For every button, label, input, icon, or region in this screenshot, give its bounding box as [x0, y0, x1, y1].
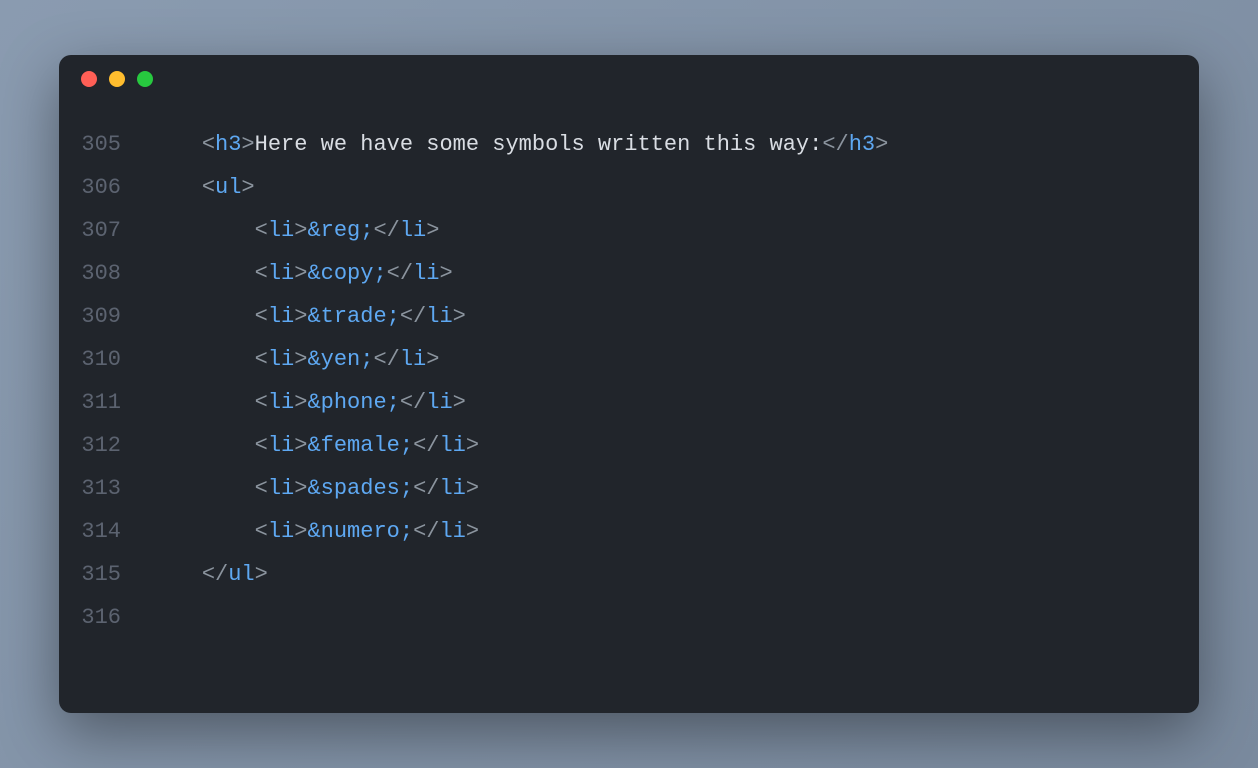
- line-number: 306: [59, 166, 149, 209]
- code-content: <li>&spades;</li>: [149, 467, 479, 510]
- line-number: 314: [59, 510, 149, 553]
- code-content: <ul>: [149, 166, 255, 209]
- code-content: </ul>: [149, 553, 268, 596]
- line-number: 312: [59, 424, 149, 467]
- code-content: <li>&copy;</li>: [149, 252, 453, 295]
- line-number: 310: [59, 338, 149, 381]
- code-line: 314 <li>&numero;</li>: [59, 510, 1199, 553]
- line-number: 307: [59, 209, 149, 252]
- code-line: 315 </ul>: [59, 553, 1199, 596]
- code-line: 316: [59, 596, 1199, 639]
- close-icon[interactable]: [81, 71, 97, 87]
- code-line: 310 <li>&yen;</li>: [59, 338, 1199, 381]
- line-number: 305: [59, 123, 149, 166]
- line-number: 308: [59, 252, 149, 295]
- code-content: <li>&yen;</li>: [149, 338, 439, 381]
- code-line: 311 <li>&phone;</li>: [59, 381, 1199, 424]
- code-line: 312 <li>&female;</li>: [59, 424, 1199, 467]
- line-number: 316: [59, 596, 149, 639]
- minimize-icon[interactable]: [109, 71, 125, 87]
- maximize-icon[interactable]: [137, 71, 153, 87]
- code-line: 309 <li>&trade;</li>: [59, 295, 1199, 338]
- code-content: <li>&numero;</li>: [149, 510, 479, 553]
- code-content: <h3>Here we have some symbols written th…: [149, 123, 888, 166]
- line-number: 309: [59, 295, 149, 338]
- code-editor[interactable]: 305 <h3>Here we have some symbols writte…: [59, 103, 1199, 713]
- line-number: 315: [59, 553, 149, 596]
- line-number: 313: [59, 467, 149, 510]
- editor-window: 305 <h3>Here we have some symbols writte…: [59, 55, 1199, 713]
- line-number: 311: [59, 381, 149, 424]
- code-content: <li>&reg;</li>: [149, 209, 439, 252]
- code-line: 305 <h3>Here we have some symbols writte…: [59, 123, 1199, 166]
- code-line: 308 <li>&copy;</li>: [59, 252, 1199, 295]
- code-content: <li>&phone;</li>: [149, 381, 466, 424]
- code-line: 306 <ul>: [59, 166, 1199, 209]
- code-line: 307 <li>&reg;</li>: [59, 209, 1199, 252]
- titlebar: [59, 55, 1199, 103]
- code-content: <li>&female;</li>: [149, 424, 479, 467]
- code-content: <li>&trade;</li>: [149, 295, 466, 338]
- code-line: 313 <li>&spades;</li>: [59, 467, 1199, 510]
